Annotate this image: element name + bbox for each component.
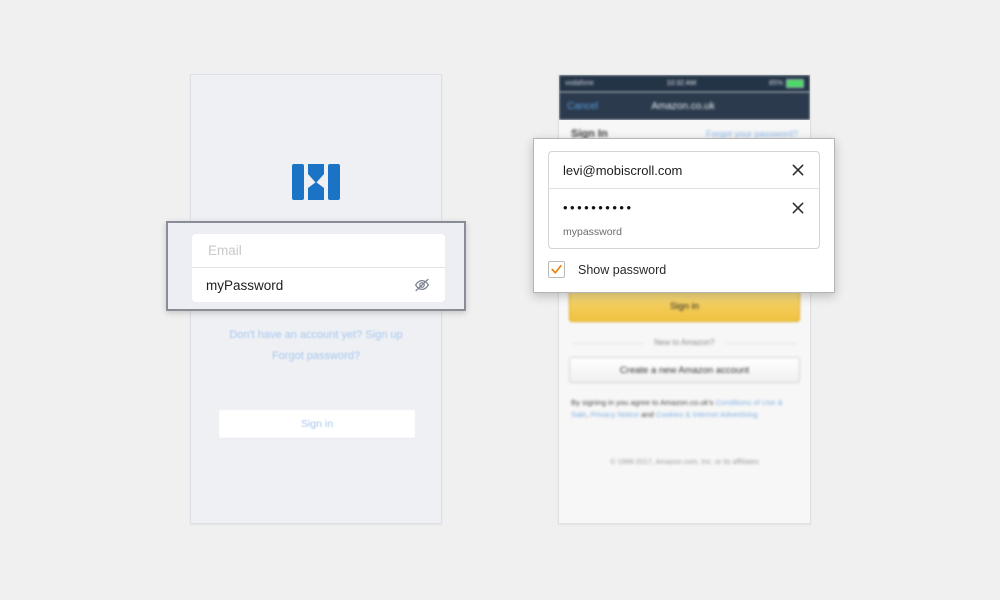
clock-label: 10:32 AM [666, 80, 697, 87]
new-to-amazon-divider-label: New to Amazon? [569, 338, 800, 347]
browser-nav-bar: Cancel Amazon.co.uk [559, 92, 810, 120]
legal-prefix-text: By signing in you agree to Amazon.co.uk'… [571, 398, 716, 407]
battery-percent-label: 85% [768, 80, 783, 87]
legal-notice: By signing in you agree to Amazon.co.uk'… [569, 397, 800, 421]
left-form-overlay: myPassword [166, 221, 466, 311]
legal-separator-2: and [638, 410, 656, 419]
privacy-notice-link[interactable]: Privacy Notice [590, 410, 639, 419]
show-password-row[interactable]: Show password [548, 261, 666, 278]
cookies-advertising-link[interactable]: Cookies & Internet Advertising [656, 410, 758, 419]
close-icon[interactable] [791, 201, 805, 215]
left-signin-button[interactable]: Sign in [219, 410, 415, 438]
show-password-label: Show password [578, 262, 667, 277]
status-bar: vodafone 10:32 AM 85% [559, 75, 810, 92]
battery-icon [786, 79, 804, 88]
page-title: Amazon.co.uk [651, 100, 715, 112]
dialog-email-row[interactable]: levi@mobiscroll.com [549, 152, 819, 189]
dialog-password-masked: •••••••••• [563, 200, 634, 215]
left-auth-links: Don't have an account yet? Sign up Forgo… [191, 325, 441, 367]
signup-link[interactable]: Don't have an account yet? Sign up [191, 325, 441, 346]
dialog-password-plaintext-hint: mypassword [563, 226, 622, 238]
close-icon[interactable] [791, 163, 805, 177]
mobiscroll-m-logo [292, 164, 340, 200]
create-account-button[interactable]: Create a new Amazon account [569, 357, 800, 383]
email-input[interactable] [206, 242, 431, 259]
cancel-button[interactable]: Cancel [567, 101, 598, 112]
signin-button[interactable]: Sign in [569, 290, 800, 322]
forgot-password-link[interactable]: Forgot password? [191, 346, 441, 367]
left-email-field[interactable] [192, 234, 445, 268]
left-login-form-card: myPassword [192, 234, 445, 302]
status-indicators: 85% [769, 79, 804, 88]
dialog-password-row[interactable]: •••••••••• [549, 189, 819, 226]
dialog-email-value: levi@mobiscroll.com [563, 162, 683, 178]
checkmark-icon [551, 264, 562, 274]
autofill-dialog: levi@mobiscroll.com •••••••••• mypasswor… [533, 138, 835, 293]
carrier-label: vodafone [565, 80, 594, 87]
show-password-checkbox[interactable] [548, 261, 565, 278]
eye-slash-icon[interactable] [413, 276, 431, 294]
left-password-field[interactable]: myPassword [192, 268, 445, 302]
copyright-text: © 1996-2017, Amazon.com, Inc. or its aff… [610, 457, 759, 466]
password-value: myPassword [206, 277, 284, 293]
autofill-credentials-card: levi@mobiscroll.com •••••••••• mypasswor… [548, 151, 820, 249]
